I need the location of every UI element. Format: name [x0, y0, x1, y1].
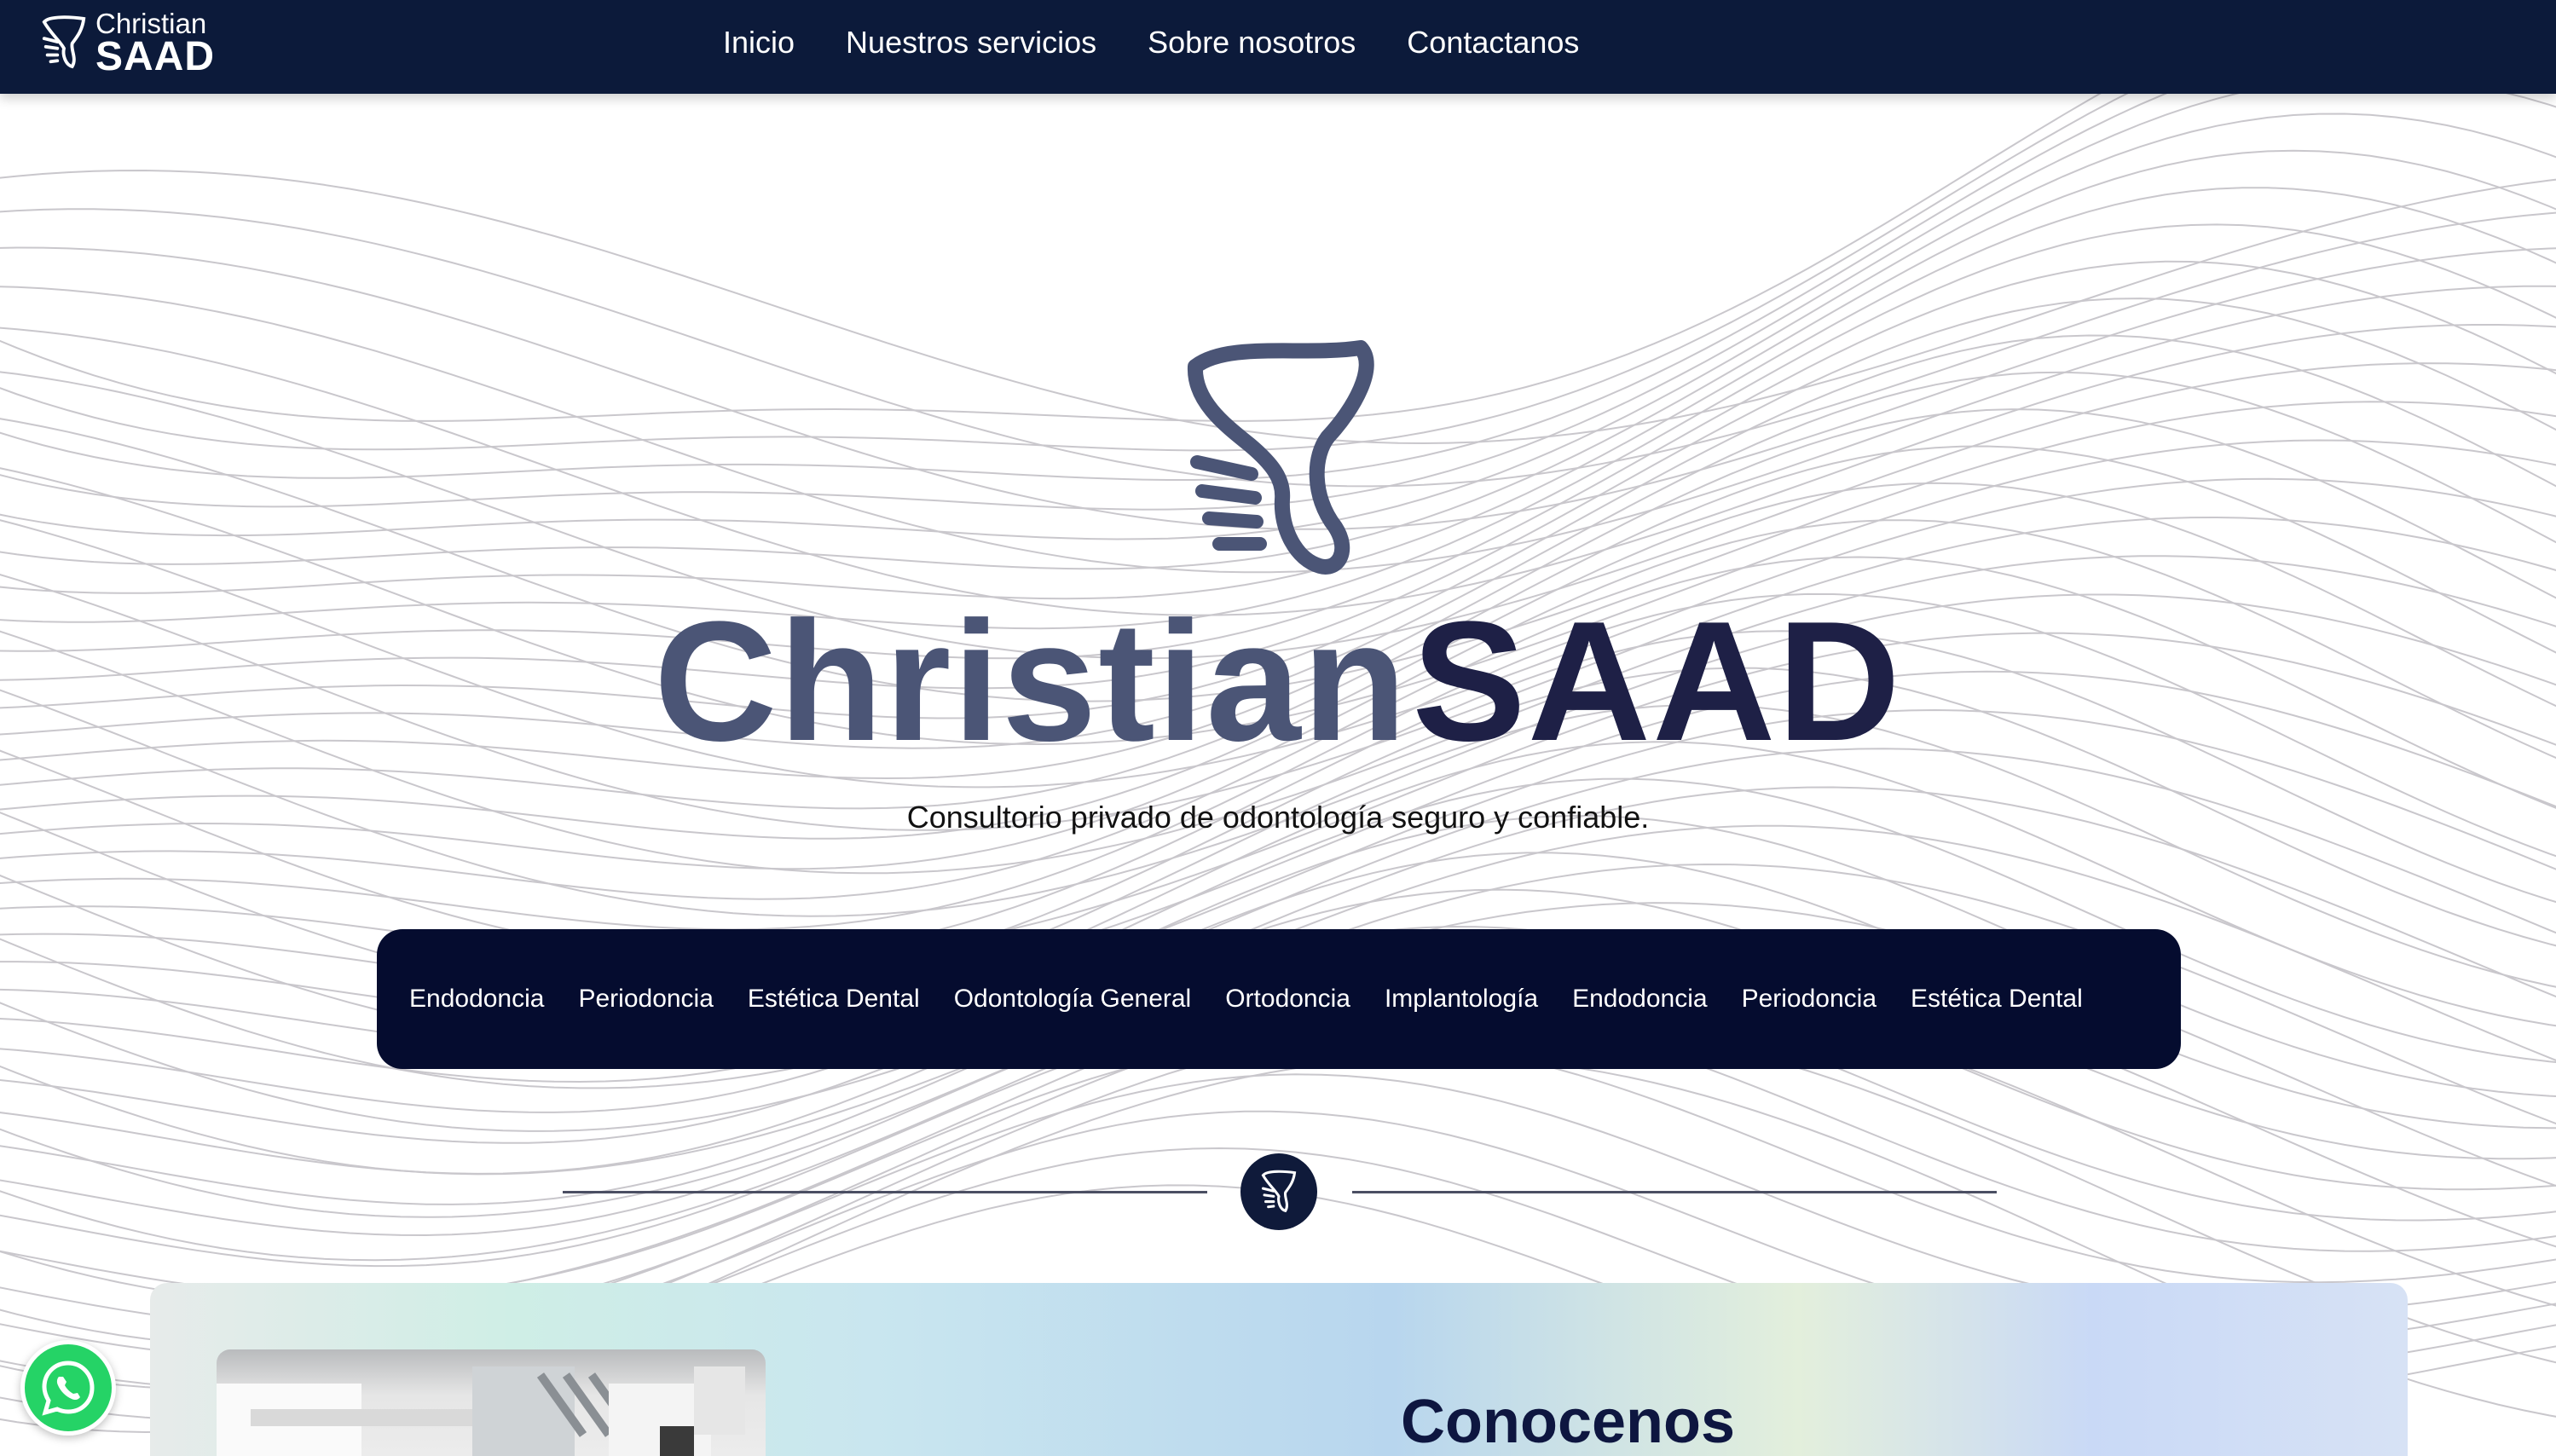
hero-title-last: SAAD [1412, 586, 1902, 777]
service-item[interactable]: Endodoncia [1572, 985, 1707, 1014]
service-item[interactable]: Periodoncia [578, 985, 713, 1014]
nav-link-servicios[interactable]: Nuestros servicios [846, 25, 1096, 61]
divider-line-right [1352, 1191, 1997, 1193]
service-item[interactable]: Endodoncia [409, 985, 544, 1014]
service-item[interactable]: Estética Dental [748, 985, 920, 1014]
tooth-badge-icon [1261, 1170, 1297, 1213]
hero-subtitle: Consultorio privado de odontología segur… [906, 800, 1650, 835]
divider-line-left [563, 1191, 1207, 1193]
clinic-photo [217, 1349, 766, 1456]
top-navbar: Christian SAAD Inicio Nuestros servicios… [0, 0, 2556, 94]
service-item[interactable]: Periodoncia [1742, 985, 1877, 1014]
whatsapp-icon [42, 1361, 95, 1416]
logo-text-last: SAAD [95, 34, 216, 79]
hero-tooth-logo-icon [1187, 340, 1374, 575]
services-ticker: Endodoncia Periodoncia Estética Dental O… [377, 929, 2181, 1069]
hero-title-first: Christian [654, 586, 1408, 777]
divider-badge [1240, 1153, 1317, 1230]
service-item[interactable]: Ortodoncia [1225, 985, 1350, 1014]
nav-logo[interactable]: Christian SAAD [39, 9, 218, 78]
service-item[interactable]: Estética Dental [1911, 985, 2083, 1014]
service-item[interactable]: Implantología [1385, 985, 1538, 1014]
nav-link-inicio[interactable]: Inicio [723, 25, 795, 61]
service-item[interactable]: Odontología General [954, 985, 1192, 1014]
nav-link-nosotros[interactable]: Sobre nosotros [1148, 25, 1356, 61]
nav-link-contactanos[interactable]: Contactanos [1407, 25, 1579, 61]
nav-menu: Inicio Nuestros servicios Sobre nosotros… [723, 19, 1630, 66]
about-section: Conocenos [150, 1283, 2408, 1456]
whatsapp-button[interactable] [20, 1340, 116, 1436]
tooth-logo-icon [42, 15, 86, 69]
hero-title: Christian SAAD [0, 597, 2556, 767]
about-title: Conocenos [1401, 1388, 1736, 1456]
